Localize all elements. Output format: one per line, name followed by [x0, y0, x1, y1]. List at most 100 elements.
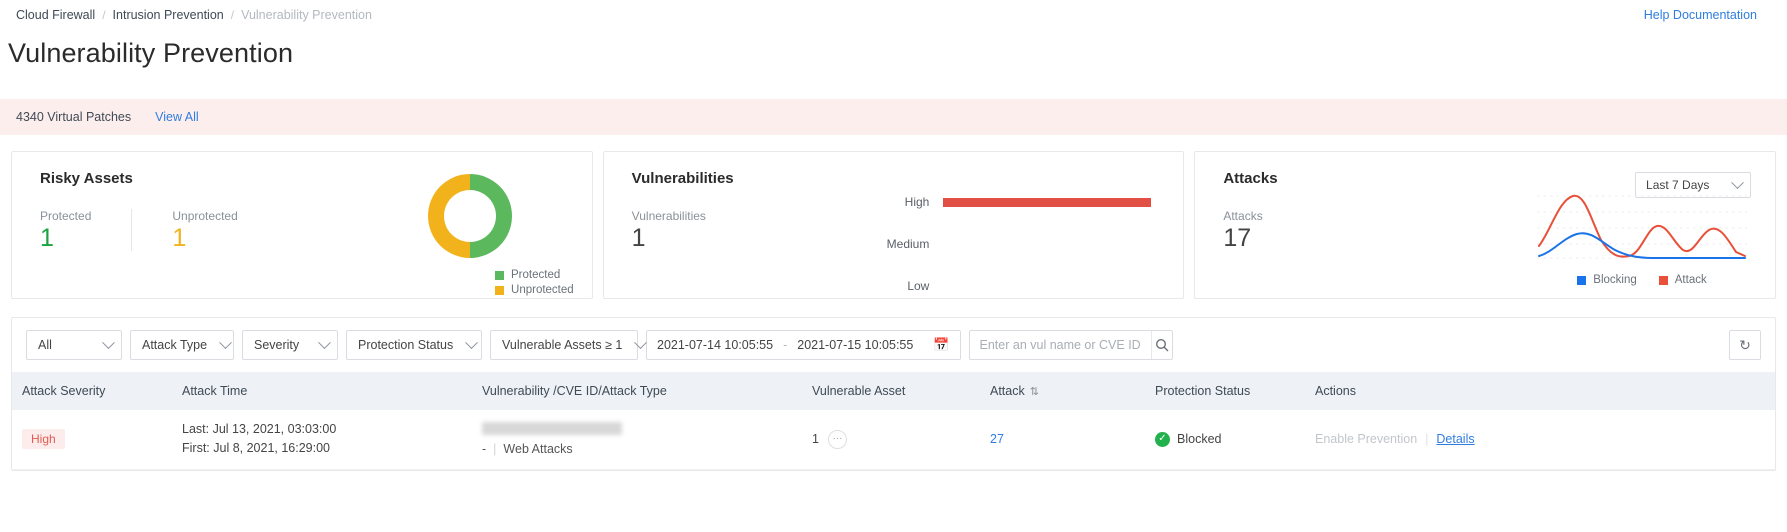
more-options-icon[interactable]: ··· — [827, 429, 847, 449]
metric-unprotected: Unprotected 1 — [131, 209, 277, 251]
legend-swatch-unprotected-icon — [495, 285, 505, 295]
table-header-row: Attack Severity Attack Time Vulnerabilit… — [12, 372, 1775, 410]
filter-all-label: All — [38, 338, 52, 352]
bar-track-low — [943, 282, 1151, 291]
bar-row-medium: Medium — [851, 230, 1151, 258]
metric-vulnerabilities-value: 1 — [631, 224, 646, 252]
chevron-down-icon — [318, 335, 331, 349]
cell-vulnerable-asset: 1 ··· — [802, 410, 980, 470]
column-attack[interactable]: Attack ⇅ — [980, 372, 1145, 410]
legend-item-unprotected: Unprotected — [495, 284, 574, 296]
bar-label-medium: Medium — [886, 237, 930, 251]
filter-all-dropdown[interactable]: All — [26, 330, 122, 360]
cell-actions: Enable Prevention | Details — [1305, 410, 1775, 470]
search-button[interactable] — [1150, 331, 1172, 359]
search-icon — [1155, 338, 1169, 352]
filter-severity-dropdown[interactable]: Severity — [242, 330, 338, 360]
cell-protection-status: ✓ Blocked — [1145, 410, 1305, 470]
metric-protected-label: Protected — [40, 209, 92, 223]
legend-item-protected: Protected — [495, 269, 574, 281]
filter-protection-status-label: Protection Status — [358, 338, 454, 352]
metric-unprotected-value: 1 — [172, 224, 187, 252]
vulnerability-type-line: - | Web Attacks — [482, 442, 792, 456]
metric-attacks-label: Attacks — [1223, 209, 1263, 223]
legend-item-blocking: Blocking — [1577, 274, 1637, 286]
protection-status-group: ✓ Blocked — [1155, 431, 1295, 447]
legend-label-attack: Attack — [1674, 274, 1707, 286]
sparkline-svg — [1537, 194, 1748, 259]
metric-unprotected-label: Unprotected — [172, 209, 238, 223]
column-attack-severity: Attack Severity — [12, 372, 172, 410]
card-attacks: Attacks Attacks 17 Last 7 Days Blocking … — [1194, 151, 1777, 299]
details-action-link[interactable]: Details — [1436, 432, 1474, 446]
date-range-end[interactable]: 2021-07-15 10:05:55 — [797, 338, 913, 352]
sparkline-attack-series — [1538, 194, 1747, 258]
refresh-icon: ↻ — [1739, 336, 1751, 353]
attacks-sparkline-chart: Blocking Attack — [1537, 190, 1748, 286]
legend-swatch-protected-icon — [495, 270, 505, 280]
bar-label-high: High — [904, 195, 930, 209]
attack-time-last: Last: Jul 13, 2021, 03:03:00 — [182, 422, 337, 436]
calendar-icon[interactable]: 📅 — [933, 337, 949, 353]
metric-protected: Protected 1 — [40, 209, 131, 251]
risky-assets-donut-chart — [427, 174, 512, 258]
legend-swatch-attack-icon — [1658, 275, 1668, 285]
breadcrumb-item-intrusion-prevention[interactable]: Intrusion Prevention — [113, 8, 224, 22]
table-row[interactable]: High Last: Jul 13, 2021, 03:03:00 First:… — [12, 410, 1775, 470]
search-input[interactable] — [969, 331, 1151, 359]
protection-status-label: Blocked — [1177, 432, 1222, 447]
status-badge-severity: High — [22, 429, 65, 450]
risky-assets-legend: Protected Unprotected — [495, 266, 574, 296]
breadcrumb-separator: / — [230, 8, 235, 22]
table-toolbar: All Attack Type Severity Protection Stat… — [12, 318, 1775, 372]
vulnerable-asset-group: 1 ··· — [812, 429, 970, 449]
chevron-down-icon — [1731, 175, 1744, 189]
filter-protection-status-dropdown[interactable]: Protection Status — [346, 330, 482, 360]
chevron-down-icon — [465, 335, 479, 349]
vulnerability-table: Attack Severity Attack Time Vulnerabilit… — [12, 372, 1775, 470]
attack-time-first: First: Jul 8, 2021, 16:29:00 — [182, 441, 331, 456]
virtual-patches-count: 4340 Virtual Patches — [16, 110, 132, 124]
metric-attacks-value: 17 — [1223, 224, 1252, 252]
filter-vulnerable-assets-label: Vulnerable Assets ≥ 1 — [502, 338, 623, 352]
sort-icon[interactable]: ⇅ — [1030, 386, 1039, 398]
cell-attack-severity: High — [12, 410, 172, 470]
legend-label-unprotected: Unprotected — [511, 284, 574, 296]
column-protection-status: Protection Status — [1145, 372, 1305, 410]
legend-swatch-blocking-icon — [1577, 275, 1587, 285]
cell-attack-count: 27 — [980, 410, 1145, 470]
filter-attack-type-label: Attack Type — [142, 338, 208, 352]
metric-vulnerabilities-label: Vulnerabilities — [631, 209, 706, 223]
date-range-picker[interactable]: 2021-07-14 10:05:55 - 2021-07-15 10:05:5… — [646, 330, 961, 360]
card-title-vulnerabilities: Vulnerabilities — [631, 170, 734, 187]
attacks-legend: Blocking Attack — [1537, 271, 1747, 286]
bar-track-medium — [943, 240, 1151, 249]
refresh-button[interactable]: ↻ — [1729, 330, 1761, 360]
legend-item-attack: Attack — [1658, 274, 1707, 286]
attack-type: Web Attacks — [503, 442, 573, 457]
vulnerability-table-panel: All Attack Type Severity Protection Stat… — [11, 317, 1776, 471]
card-vulnerabilities: Vulnerabilities Vulnerabilities 1 High M… — [602, 151, 1185, 299]
vulnerability-name-redacted — [482, 422, 622, 436]
attack-count-link[interactable]: 27 — [990, 432, 1004, 446]
breadcrumb-item-cloud-firewall[interactable]: Cloud Firewall — [16, 8, 95, 22]
help-documentation-link[interactable]: Help Documentation — [1644, 8, 1771, 22]
view-all-link[interactable]: View All — [155, 110, 199, 124]
summary-cards: Risky Assets Protected 1 Unprotected 1 P… — [0, 135, 1787, 299]
page-title: Vulnerability Prevention — [8, 38, 294, 68]
column-attack-label: Attack — [990, 384, 1025, 398]
breadcrumb-item-vulnerability-prevention: Vulnerability Prevention — [241, 8, 372, 22]
bar-fill-high — [943, 197, 1152, 207]
filter-attack-type-dropdown[interactable]: Attack Type — [130, 330, 234, 360]
filter-vulnerable-assets-dropdown[interactable]: Vulnerable Assets ≥ 1 — [490, 330, 648, 360]
metric-vulnerabilities: Vulnerabilities 1 — [632, 209, 746, 251]
date-range-start[interactable]: 2021-07-14 10:05:55 — [657, 338, 773, 352]
date-range-dash: - — [783, 338, 788, 352]
vulnerabilities-bar-chart: High Medium Low — [851, 188, 1152, 314]
bar-label-low: Low — [907, 279, 930, 293]
column-vulnerable-asset: Vulnerable Asset — [802, 372, 980, 410]
column-actions: Actions — [1305, 372, 1775, 410]
metric-attacks: Attacks 17 — [1223, 209, 1302, 251]
column-attack-time: Attack Time — [172, 372, 472, 410]
breadcrumb-separator: / — [102, 8, 106, 22]
